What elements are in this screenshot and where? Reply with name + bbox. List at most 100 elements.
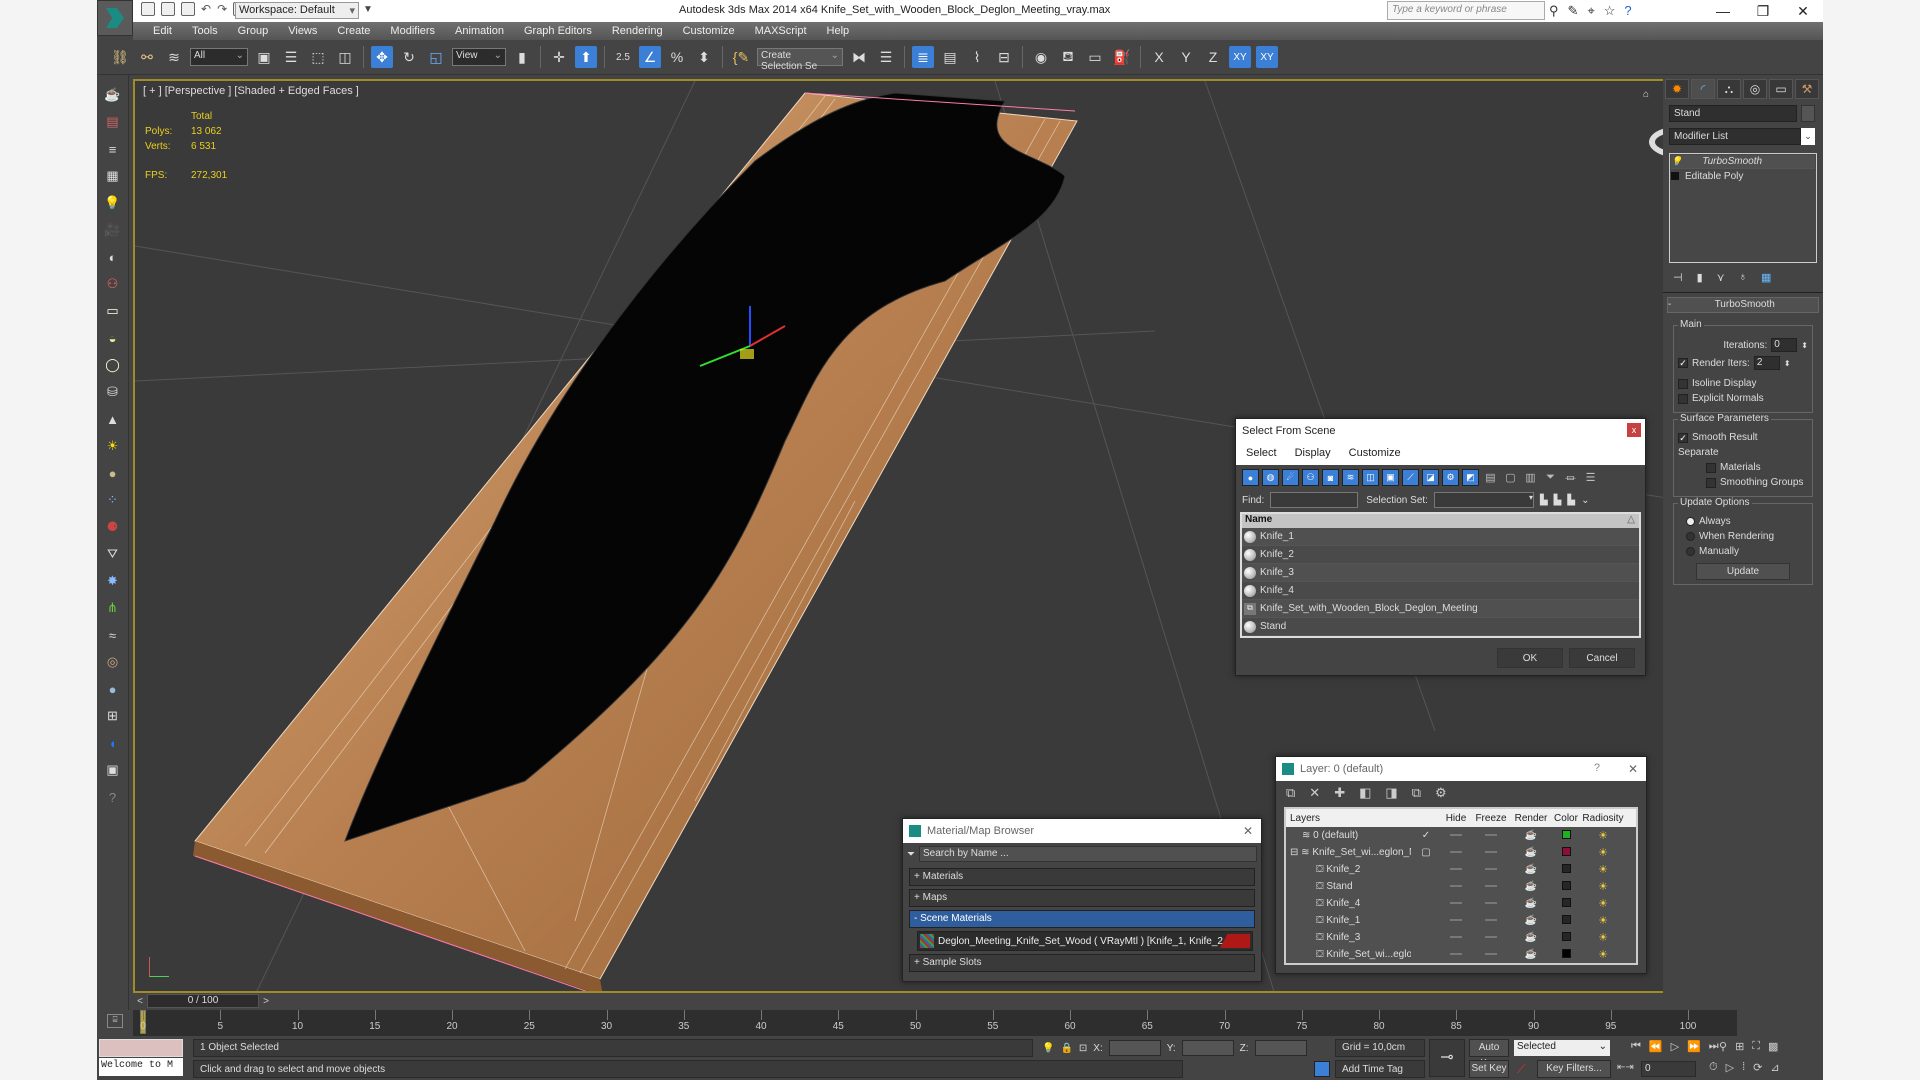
menu-group[interactable]: Group <box>228 25 279 37</box>
save-file-icon[interactable] <box>181 2 195 16</box>
expand-icon[interactable] <box>1671 172 1679 180</box>
radiosity-icon[interactable]: ☀ <box>1581 846 1625 859</box>
home-icon[interactable]: ⌂ <box>1643 89 1649 100</box>
key-mode-toggle-icon[interactable]: ⇤⇥ <box>1617 1062 1634 1073</box>
radiosity-icon[interactable]: ☀ <box>1581 880 1625 893</box>
time-tag-icon[interactable] <box>1314 1061 1330 1077</box>
percent-snap-icon[interactable]: % <box>666 46 688 68</box>
grass-icon[interactable]: ⋔ <box>103 598 123 618</box>
remove-modifier-icon[interactable]: ♁ <box>1739 271 1747 284</box>
menu-rendering[interactable]: Rendering <box>602 25 673 37</box>
spinner-arrows-icon[interactable]: ⬍ <box>1784 359 1791 368</box>
render-setup-icon[interactable]: ⛾ <box>1057 46 1079 68</box>
render-teapot-icon[interactable]: ☕ <box>1511 915 1551 926</box>
play-icon[interactable]: ▷ <box>1671 1040 1679 1053</box>
layer-row[interactable]: ⛋ Stand ☕ ☀ <box>1286 878 1636 895</box>
layer-row[interactable]: ⛋ Knife_4 ☕ ☀ <box>1286 895 1636 912</box>
help-icon[interactable]: ? <box>1624 3 1631 19</box>
redo-icon[interactable]: ↷ <box>217 2 227 16</box>
menu-customize[interactable]: Customize <box>673 25 745 37</box>
layer-color-swatch[interactable] <box>1551 931 1581 944</box>
explicit-normals-checkbox[interactable] <box>1678 393 1688 404</box>
sun-icon[interactable]: ☀ <box>103 436 123 456</box>
close-icon[interactable]: x <box>1627 423 1641 437</box>
satellite-icon[interactable]: ⌖ <box>1587 3 1594 19</box>
grid-panel-icon[interactable]: ▦ <box>103 166 123 186</box>
previous-key-icon[interactable]: ⏪ <box>1649 1040 1663 1053</box>
scene-material-item[interactable]: Deglon_Meeting_Knife_Set_Wood ( VRayMtl … <box>917 931 1253 951</box>
set-key-button[interactable]: Set Key <box>1469 1060 1509 1078</box>
particles-icon[interactable]: ⁘ <box>103 490 123 510</box>
layer-color-swatch[interactable] <box>1551 880 1581 893</box>
time-slider-handle[interactable]: 0 / 100 <box>147 994 259 1008</box>
utilities-tab-icon[interactable]: ⚒ <box>1795 79 1819 99</box>
hide-toggle[interactable] <box>1441 881 1471 892</box>
render-teapot-icon[interactable]: ☕ <box>1511 864 1551 875</box>
light-lister-icon[interactable]: 💡 <box>103 193 123 213</box>
axis-xy-button[interactable]: XY <box>1229 46 1251 68</box>
freeze-toggle[interactable] <box>1471 864 1511 875</box>
menu-views[interactable]: Views <box>278 25 327 37</box>
layer-color-swatch[interactable] <box>1551 829 1581 842</box>
render-production-icon[interactable]: ⛽ <box>1111 46 1133 68</box>
menu-customize[interactable]: Customize <box>1349 447 1401 461</box>
render-teapot-icon[interactable]: ☕ <box>1511 932 1551 943</box>
selection-lock-icon[interactable]: 🔒 <box>1060 1043 1072 1054</box>
current-layer-indicator[interactable]: ▢ <box>1411 847 1441 858</box>
axis-z-button[interactable]: Z <box>1202 46 1224 68</box>
section-materials[interactable]: + Materials <box>909 868 1255 886</box>
create-tab-icon[interactable]: ✹ <box>1665 79 1689 99</box>
select-invert-icon[interactable]: ▥ <box>1522 469 1539 486</box>
filter-frozen-icon[interactable]: ⚙ <box>1442 469 1459 486</box>
camera-target-icon[interactable]: ◐ <box>103 247 123 267</box>
binoculars-icon[interactable]: ⚲ <box>1549 3 1559 19</box>
filter-hidden-icon[interactable]: ◩ <box>1462 469 1479 486</box>
add-selection-set-icon[interactable]: ▙ <box>1540 495 1548 506</box>
cone-icon[interactable]: ▲ <box>103 409 123 429</box>
maxscript-mini-listener[interactable] <box>99 1039 183 1057</box>
scene-object-row[interactable]: Knife_3 <box>1242 564 1639 582</box>
select-all-icon[interactable]: ▤ <box>1482 469 1499 486</box>
isoline-display-checkbox[interactable] <box>1678 378 1688 389</box>
angle-snap-icon[interactable]: ∠ <box>639 46 661 68</box>
object-color-swatch[interactable] <box>1801 105 1815 122</box>
render-teapot-icon[interactable]: ☕ <box>1511 949 1551 960</box>
menu-edit[interactable]: Edit <box>143 25 182 37</box>
configure-modifier-sets-icon[interactable]: ▦ <box>1761 271 1771 284</box>
delete-layer-icon[interactable]: ✕ <box>1309 785 1320 801</box>
radiosity-icon[interactable]: ☀ <box>1581 931 1625 944</box>
zoom-extents-all-icon[interactable]: ▩ <box>1768 1040 1778 1053</box>
select-none-icon[interactable]: ▢ <box>1502 469 1519 486</box>
freeze-toggle[interactable] <box>1471 915 1511 926</box>
dialog-title-bar[interactable]: Select From Scene x <box>1236 419 1645 443</box>
radiosity-icon[interactable]: ☀ <box>1581 863 1625 876</box>
teapot-icon[interactable]: ☕ <box>103 85 123 105</box>
scene-object-row[interactable]: Knife_4 <box>1242 582 1639 600</box>
dialog-title-bar[interactable]: Layer: 0 (default) ? ✕ <box>1276 757 1646 781</box>
curve-editor-icon[interactable]: ⌇ <box>966 46 988 68</box>
hide-toggle[interactable] <box>1441 847 1471 858</box>
key-mode-dropdown[interactable]: Selected ⌄ <box>1514 1040 1610 1056</box>
pin-stack-icon[interactable]: ⊣ <box>1673 271 1683 284</box>
current-frame-field[interactable]: 0 <box>1641 1061 1696 1077</box>
go-to-start-icon[interactable]: ⏮ <box>1631 1040 1641 1053</box>
layer-row[interactable]: ⛋ Knife_2 ☕ ☀ <box>1286 861 1636 878</box>
isolate-selection-icon[interactable]: 💡 <box>1042 1043 1054 1054</box>
remove-selection-set-icon[interactable]: ▙ <box>1554 495 1562 506</box>
spinner-arrows-icon[interactable]: ⬍ <box>1801 341 1808 350</box>
axis-x-button[interactable]: X <box>1148 46 1170 68</box>
previous-frame-icon[interactable]: < <box>133 996 147 1007</box>
layer-color-swatch[interactable] <box>1551 846 1581 859</box>
select-scale-icon[interactable]: ◱ <box>425 46 447 68</box>
radiosity-icon[interactable]: ☀ <box>1581 948 1625 961</box>
freeze-toggle[interactable] <box>1471 881 1511 892</box>
help-icon[interactable]: ? <box>1594 762 1600 774</box>
auto-key-button[interactable]: Auto Key <box>1469 1039 1509 1069</box>
render-frame-icon[interactable]: ▤ <box>103 112 123 132</box>
new-file-icon[interactable] <box>141 2 155 16</box>
separate-smoothing-groups-checkbox[interactable] <box>1706 477 1716 488</box>
disc-light-icon[interactable]: ◯ <box>103 355 123 375</box>
update-when-rendering-radio[interactable] <box>1686 532 1695 541</box>
layer-manager-icon[interactable]: ≣ <box>912 46 934 68</box>
list-header-name[interactable]: Name △ <box>1242 514 1639 528</box>
